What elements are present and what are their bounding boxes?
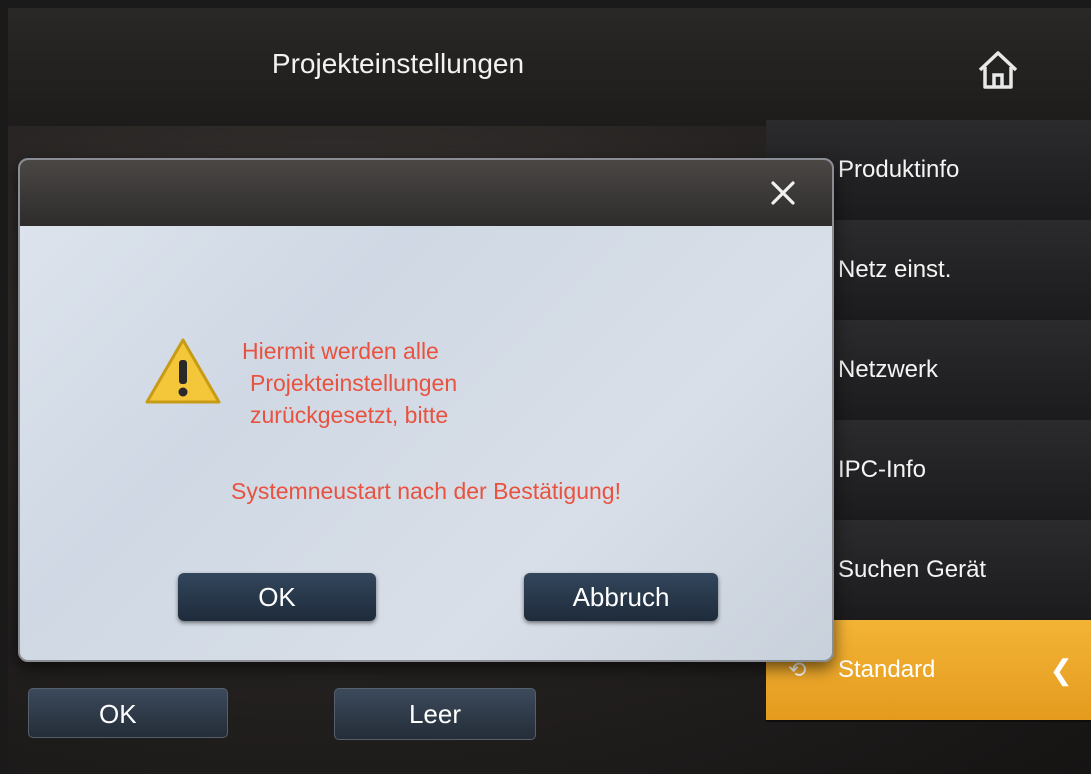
chevron-left-icon: ❮ — [1049, 654, 1073, 686]
close-icon[interactable] — [764, 174, 802, 212]
ok-button[interactable]: OK — [28, 688, 228, 738]
dialog-message-line: zurückgesetzt, bitte — [250, 402, 449, 428]
confirm-dialog: Hiermit werden alle Projekteinstellungen… — [18, 158, 834, 662]
dialog-cancel-button[interactable]: Abbruch — [524, 573, 718, 621]
dialog-message-line: Projekteinstellungen — [250, 370, 458, 396]
sidebar-item-label: Produktinfo — [838, 156, 960, 183]
dialog-message-line: Hiermit werden alle — [242, 338, 439, 364]
dialog-ok-button[interactable]: OK — [178, 573, 376, 621]
sidebar-item-label: Netzwerk — [838, 356, 939, 383]
dialog-message-footer: Systemneustart nach der Bestätigung! — [231, 478, 621, 504]
top-bar: Projekteinstellungen — [8, 8, 1091, 126]
ok-button-label: OK — [99, 699, 137, 729]
dialog-ok-label: OK — [258, 582, 296, 612]
warning-icon — [144, 336, 222, 406]
dialog-cancel-label: Abbruch — [572, 582, 670, 612]
device-screen: Projekteinstellungen Produktinfo Netz ei… — [8, 8, 1091, 774]
sidebar-item-label: Suchen Gerät — [838, 556, 987, 583]
sidebar-item-label: Standard — [838, 656, 936, 683]
clear-button-label: Leer — [408, 699, 462, 729]
sidebar-item-label: Netz einst. — [838, 256, 952, 283]
clear-button[interactable]: Leer — [334, 688, 536, 740]
dialog-message: Hiermit werden alle Projekteinstellungen… — [242, 335, 457, 431]
sidebar-item-label: IPC-Info — [838, 456, 927, 483]
dialog-header — [20, 160, 832, 226]
page-title: Projekteinstellungen — [271, 48, 525, 79]
home-icon[interactable] — [976, 48, 1020, 92]
